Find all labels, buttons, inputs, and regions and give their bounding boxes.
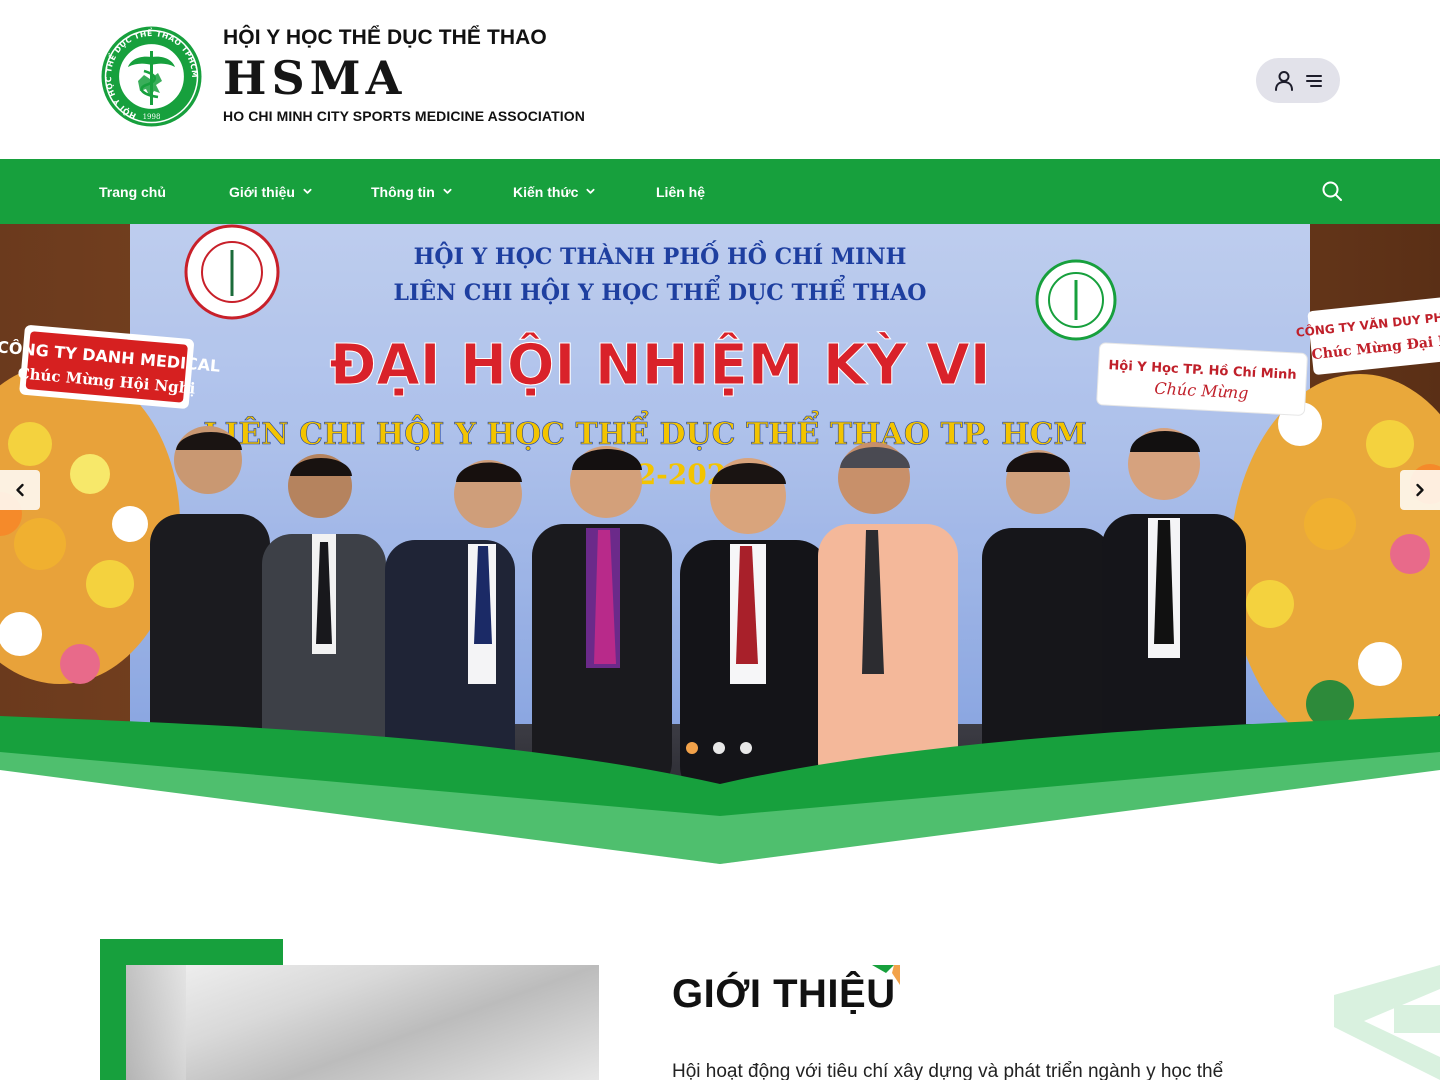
hero-slider: HỘI Y HỌC THÀNH PHỐ HỒ CHÍ MINH LIÊN CHI… (0, 224, 1440, 864)
flower-sign-mid: Hội Y Học TP. Hồ Chí Minh Chúc Mừng (1096, 342, 1308, 416)
chevron-down-icon (443, 188, 452, 194)
slider-next-button[interactable] (1400, 470, 1440, 510)
banner-line-1: HỘI Y HỌC THÀNH PHỐ HỒ CHÍ MINH (414, 240, 907, 270)
logo-year: 1998 (143, 113, 161, 121)
nav-item-label: Thông tin (371, 183, 435, 200)
account-menu-toggle[interactable] (1256, 58, 1340, 103)
about-image (126, 965, 599, 1080)
about-title: GIỚI THIỆU (672, 972, 896, 1016)
org-name-vn: HỘI Y HỌC THỂ DỤC THỂ THAO (223, 26, 547, 49)
slider-dot-1[interactable] (686, 742, 698, 754)
chevron-down-icon (303, 188, 312, 194)
title-accent-icon (872, 965, 900, 985)
nav-item-label: Kiến thức (513, 183, 579, 200)
user-icon[interactable] (1274, 70, 1294, 92)
slider-prev-button[interactable] (0, 470, 40, 510)
menu-icon[interactable] (1306, 74, 1322, 88)
chevron-left-icon (16, 483, 24, 497)
site-header: HỘI Y HỌC THỂ DỤC THỂ THAO TPHCM 1998 HỘ… (0, 0, 1440, 159)
banner-subheadline: LIÊN CHI HỘI Y HỌC THỂ DỤC THỂ THAO TP. … (203, 410, 1086, 452)
brand-block: HỘI Y HỌC THỂ DỤC THỂ THAO HSMA HO CHI M… (223, 26, 585, 124)
about-text: Hội hoạt động với tiêu chí xây dựng và p… (672, 1061, 1224, 1080)
nav-item-knowledge[interactable]: Kiến thức (513, 159, 595, 224)
nav-item-about[interactable]: Giới thiệu (229, 159, 312, 224)
nav-item-home[interactable]: Trang chủ (99, 159, 166, 224)
slider-dot-3[interactable] (740, 742, 752, 754)
nav-item-label: Trang chủ (99, 183, 166, 200)
nav-item-label: Liên hệ (656, 183, 706, 200)
banner-logo-right (1035, 259, 1117, 341)
decorative-letter-a-icon (1334, 965, 1440, 1080)
chevron-right-icon (1416, 483, 1424, 497)
search-icon[interactable] (1320, 179, 1344, 203)
hsma-logo[interactable]: HỘI Y HỌC THỂ DỤC THỂ THAO TPHCM 1998 (100, 25, 203, 128)
nav-item-label: Giới thiệu (229, 183, 295, 200)
slider-pagination (686, 742, 752, 754)
nav-item-news[interactable]: Thông tin (371, 159, 452, 224)
org-abbr: HSMA (223, 51, 407, 105)
main-nav: Trang chủ Giới thiệu Thông tin Kiến thức… (0, 159, 1440, 224)
chevron-down-icon (586, 188, 595, 194)
banner-headline: ĐẠI HỘI NHIỆM KỲ VI (329, 333, 990, 398)
org-name-en: HO CHI MINH CITY SPORTS MEDICINE ASSOCIA… (223, 108, 585, 124)
slider-dot-2[interactable] (713, 742, 725, 754)
banner-logo-left (184, 224, 280, 320)
nav-item-contact[interactable]: Liên hệ (656, 159, 705, 224)
banner-line-2: LIÊN CHI HỘI Y HỌC THỂ DỤC THỂ THAO (394, 275, 927, 306)
hero-slide-image: HỘI Y HỌC THÀNH PHỐ HỒ CHÍ MINH LIÊN CHI… (0, 224, 1440, 864)
